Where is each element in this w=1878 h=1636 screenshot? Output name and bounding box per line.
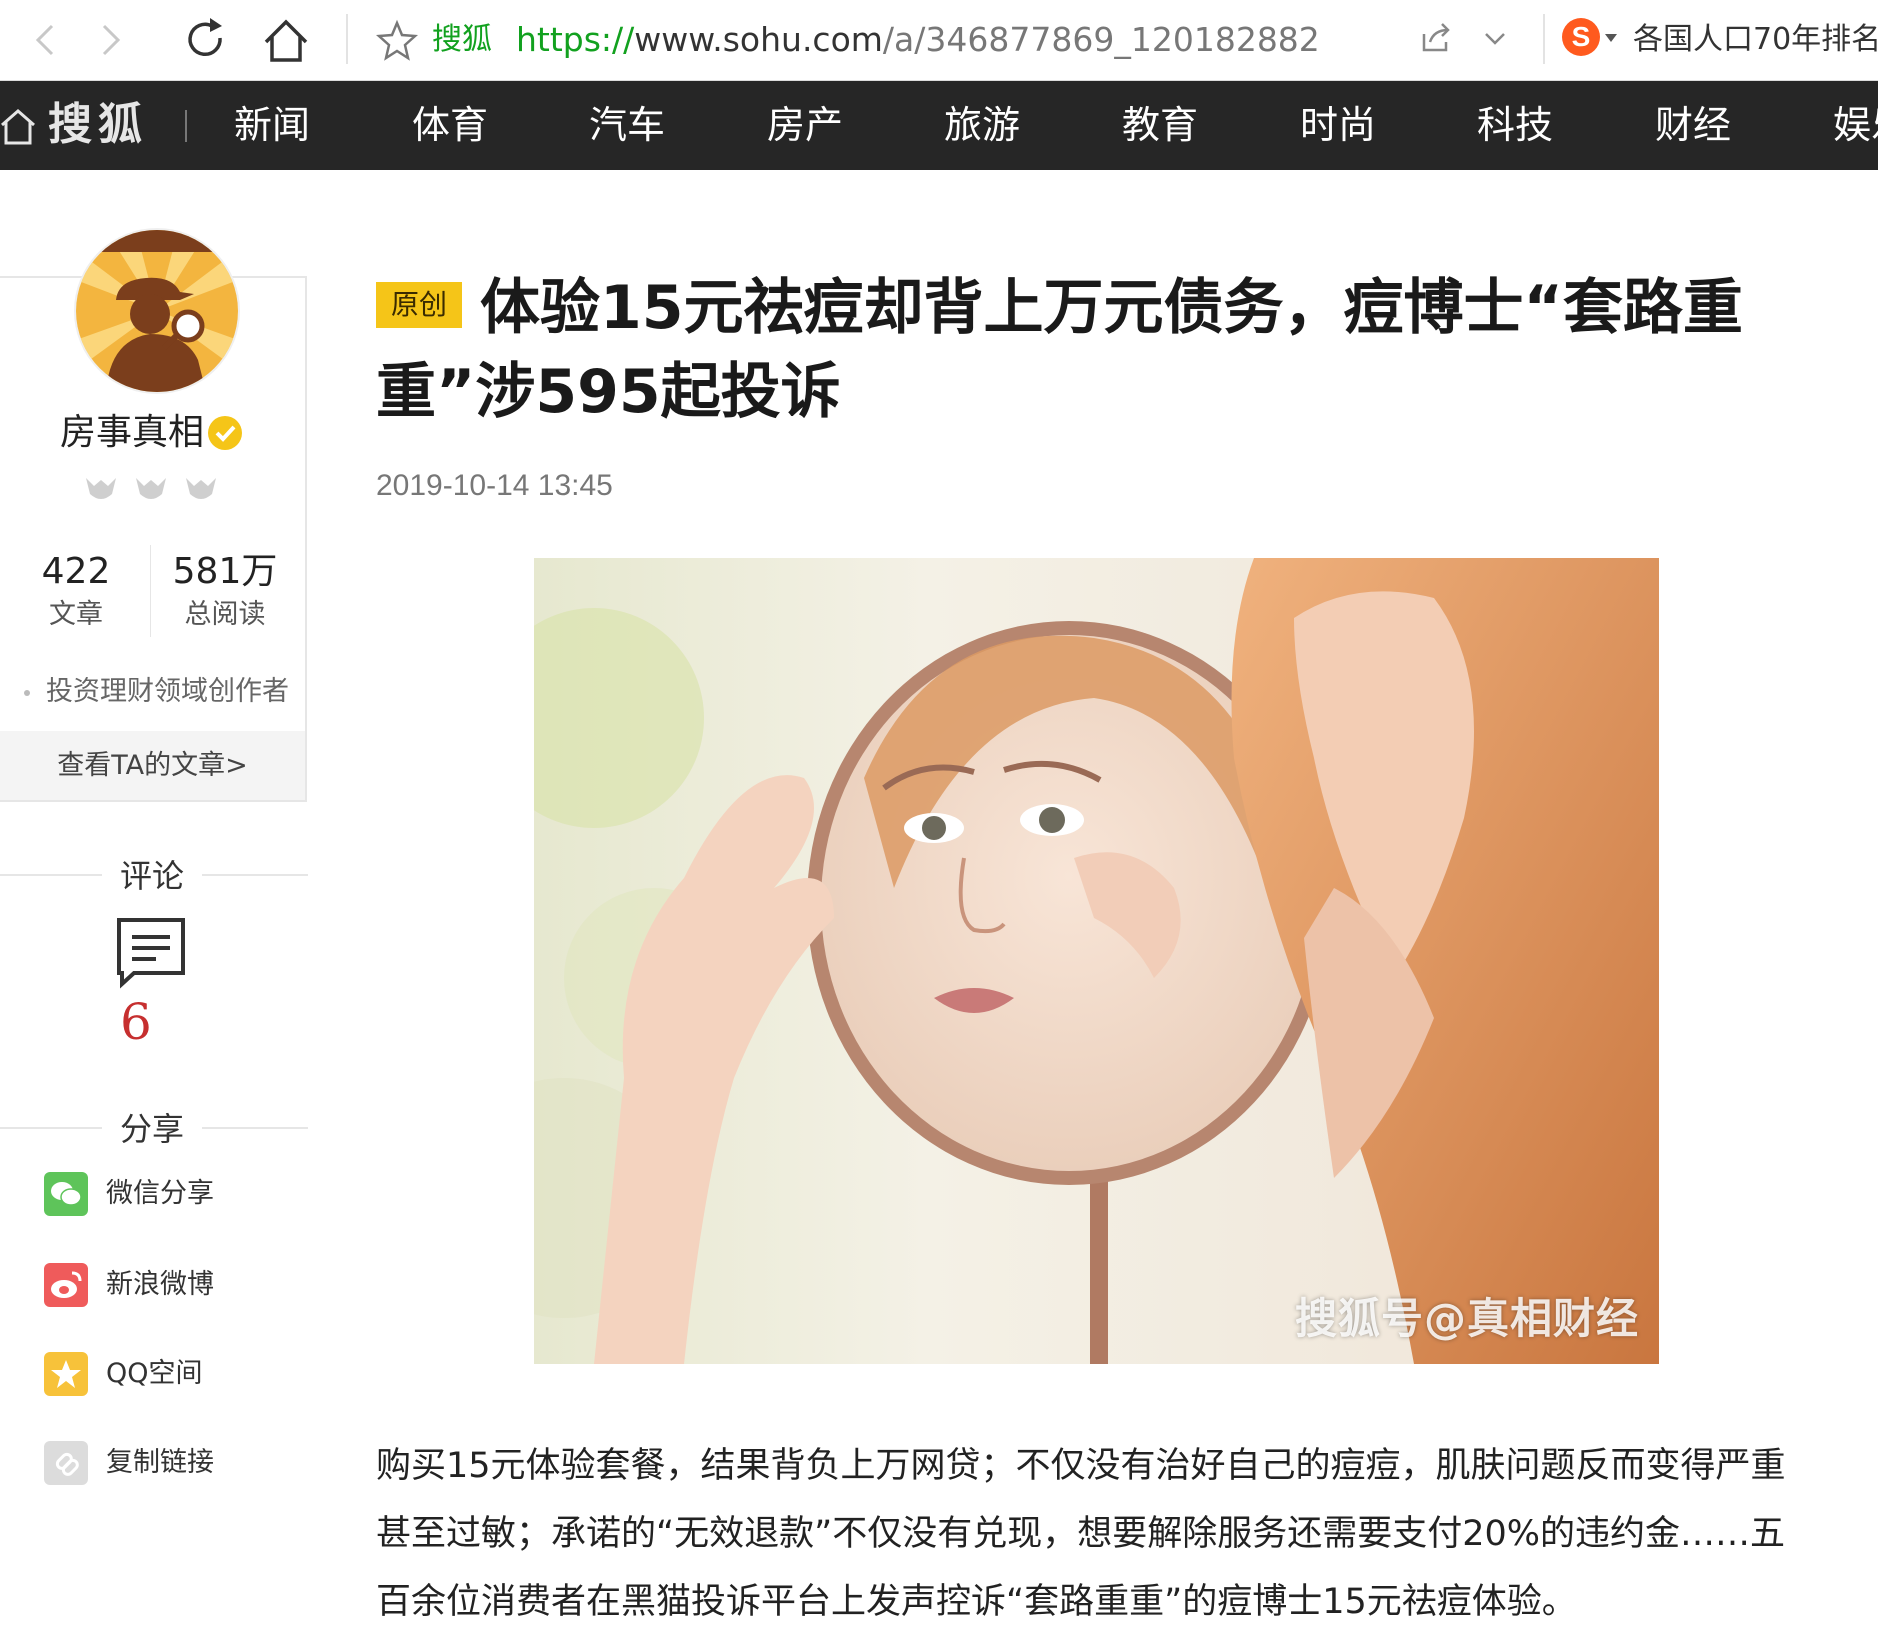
nav-item-news[interactable]: 新闻 [234, 81, 310, 170]
search-engine-logo[interactable]: S [1562, 18, 1600, 56]
home-icon [264, 19, 308, 62]
sohu-logo[interactable]: 搜狐 [48, 97, 148, 153]
hot-search-text[interactable]: 各国人口70年排名 [1633, 18, 1878, 62]
bookmark-star-icon[interactable] [375, 18, 419, 66]
nav-item-education[interactable]: 教育 [1122, 81, 1198, 170]
share-qzone-label: QQ空间 [106, 1358, 203, 1389]
home-button[interactable] [256, 10, 316, 70]
nav-item-fashion[interactable]: 时尚 [1300, 81, 1376, 170]
stats-divider [150, 545, 151, 637]
back-arrow-icon [35, 24, 54, 56]
article-title: 体验15元祛痘却背上万元债务，痘博士“套路重重”涉595起投诉 [376, 273, 1743, 427]
back-button[interactable] [12, 10, 72, 70]
forward-button[interactable] [82, 10, 142, 70]
refresh-icon [188, 18, 222, 57]
comment-icon[interactable] [116, 917, 188, 993]
comment-count[interactable]: 6 [120, 992, 152, 1052]
articles-count: 422 [41, 551, 111, 592]
nav-item-house[interactable]: 房产 [767, 81, 843, 170]
nav-item-auto[interactable]: 汽车 [589, 81, 665, 170]
toolbar-separator [1543, 14, 1545, 64]
publish-time: 2019-10-14 13:45 [376, 469, 613, 502]
comments-title: 评论 [102, 854, 203, 898]
author-domain: 投资理财领域创作者 [46, 676, 289, 707]
site-identity-label: 搜狐 [432, 22, 492, 57]
link-icon [44, 1441, 88, 1485]
weibo-icon [44, 1263, 88, 1307]
wechat-icon [44, 1172, 88, 1216]
image-watermark: 搜狐号@真相财经 [1294, 1294, 1639, 1343]
article-lead-paragraph: 购买15元体验套餐，结果背负上万网贷；不仅没有治好自己的痘痘，肌肤问题反而变得严… [376, 1446, 1786, 1622]
nav-item-travel[interactable]: 旅游 [944, 81, 1020, 170]
reads-count: 581万 [172, 551, 278, 592]
share-weibo-label: 新浪微博 [106, 1269, 214, 1300]
reads-label: 总阅读 [184, 599, 266, 630]
url-path: /a/346877869_120182882 [882, 20, 1320, 59]
dropdown-chevron-icon[interactable] [1480, 24, 1510, 58]
share-copy-link-label: 复制链接 [106, 1447, 214, 1478]
bullet-dot [24, 690, 30, 696]
articles-label: 文章 [49, 599, 103, 630]
url-protocol: https:// [516, 20, 635, 59]
nav-item-sports[interactable]: 体育 [412, 81, 488, 170]
share-wechat-label: 微信分享 [106, 1178, 214, 1209]
article-image[interactable]: 搜狐号@真相财经 [534, 558, 1659, 1364]
fox-rating-icon [184, 474, 218, 508]
nav-divider [185, 110, 187, 142]
nav-item-entertainment[interactable]: 娱乐 [1833, 81, 1878, 170]
share-title: 分享 [102, 1107, 203, 1151]
original-badge: 原创 [376, 282, 462, 328]
fox-rating-icon [134, 474, 168, 508]
refresh-button[interactable] [176, 10, 236, 70]
verified-badge-icon [208, 416, 242, 450]
qzone-icon [44, 1352, 88, 1396]
address-bar[interactable]: https://www.sohu.com/a/346877869_1201828… [516, 18, 1320, 62]
nav-item-finance[interactable]: 财经 [1655, 81, 1731, 170]
fox-rating-icon [84, 474, 118, 508]
site-nav-bar: 搜狐 新闻 体育 汽车 房产 旅游 教育 时尚 科技 财经 娱乐 [0, 81, 1878, 170]
browser-toolbar: 搜狐 https://www.sohu.com/a/346877869_1201… [0, 0, 1878, 81]
forward-arrow-icon [102, 24, 121, 56]
url-host: www.sohu.com [634, 20, 883, 59]
toolbar-separator [346, 14, 348, 64]
nav-item-tech[interactable]: 科技 [1477, 81, 1553, 170]
share-page-icon[interactable] [1418, 20, 1454, 60]
author-avatar[interactable] [74, 228, 240, 394]
view-author-articles-link[interactable]: 查看TA的文章> [0, 731, 305, 800]
search-engine-caret-icon[interactable] [1605, 34, 1617, 42]
nav-home-icon[interactable] [0, 105, 40, 153]
author-name[interactable]: 房事真相 [60, 408, 204, 458]
